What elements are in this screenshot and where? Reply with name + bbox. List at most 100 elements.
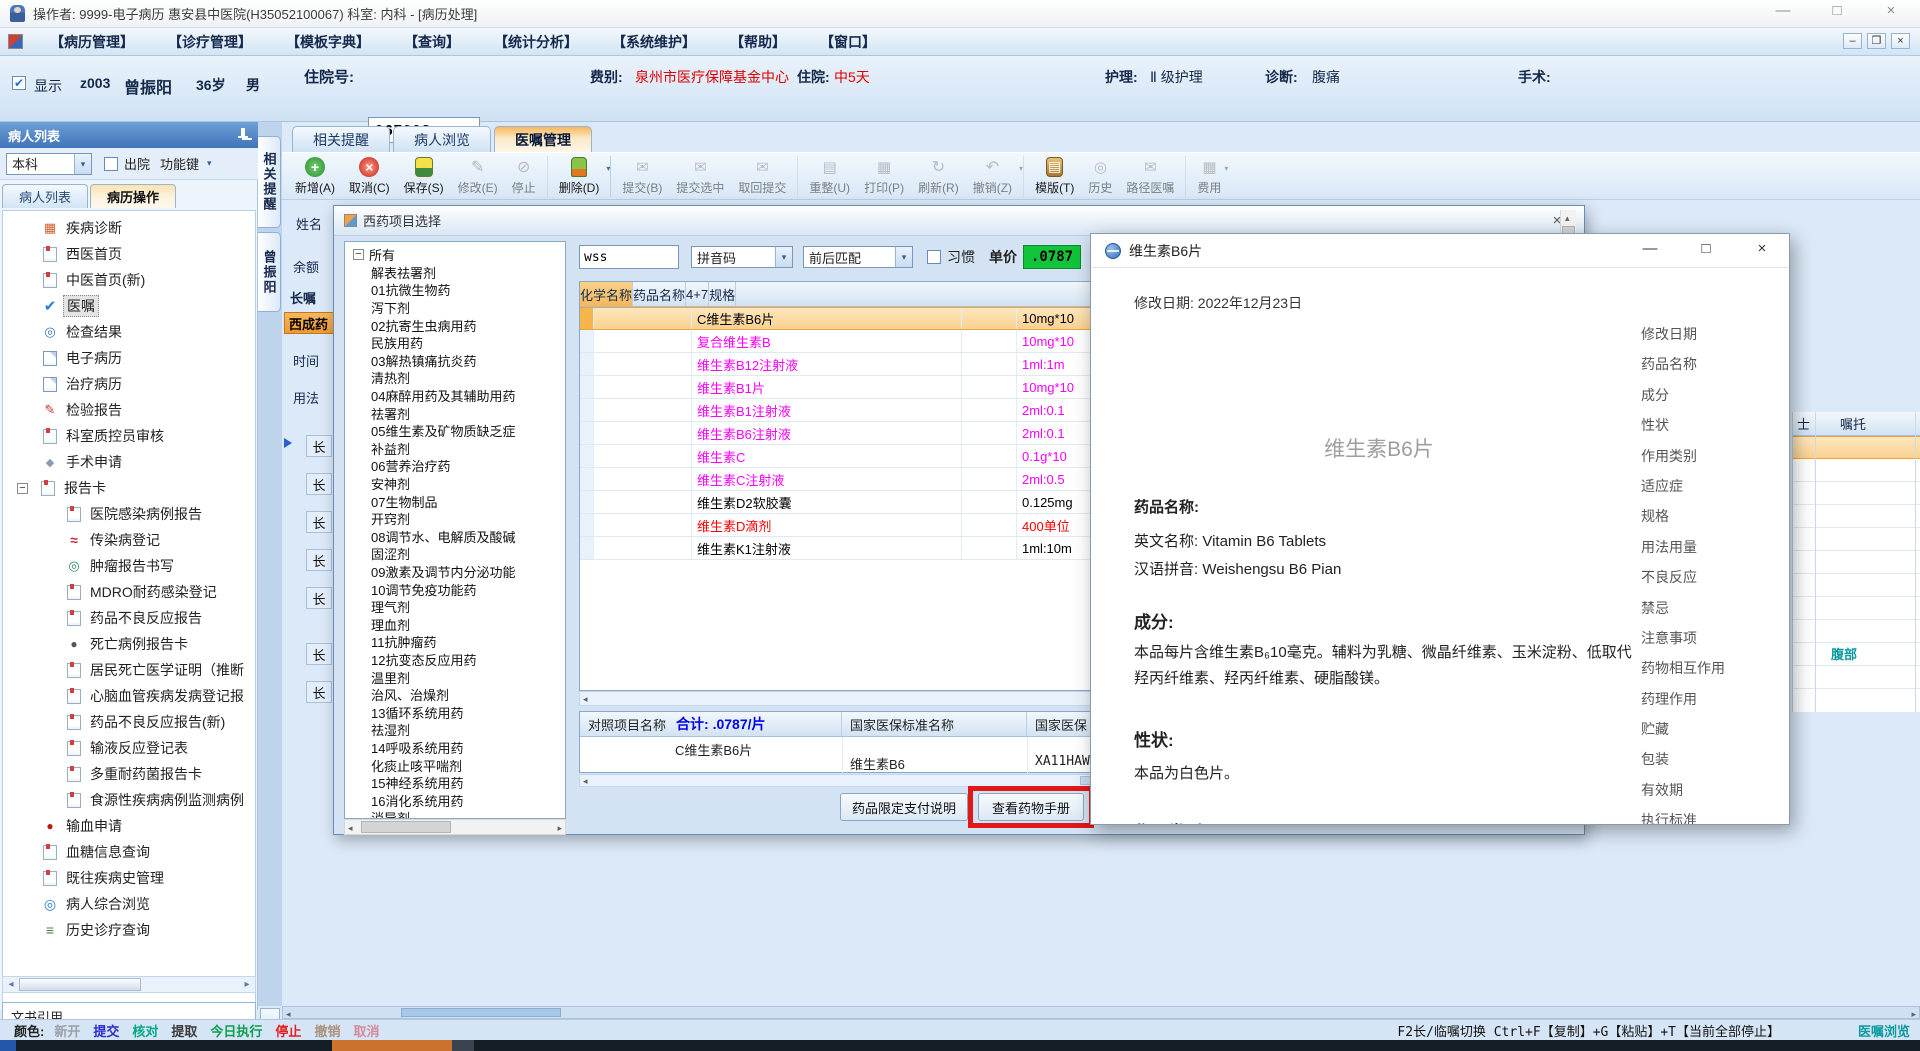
tree-item[interactable]: − 血糖信息查询 xyxy=(3,839,255,865)
habit-checkbox[interactable] xyxy=(927,250,941,264)
tree-item[interactable]: − 药品不良反应报告 xyxy=(3,605,255,631)
row-selector-cell[interactable] xyxy=(580,422,594,444)
toolbar-button[interactable]: ▾ 提交(B) xyxy=(615,156,669,197)
maximize-button[interactable]: □ xyxy=(1822,2,1852,19)
legend-item[interactable]: 停止 xyxy=(275,1021,301,1040)
tab-western-medicine[interactable]: 西成药 xyxy=(284,312,334,334)
category-tree-item[interactable]: − 理气剂 xyxy=(345,598,565,616)
toolbar-button[interactable]: ▾ 费用 xyxy=(1190,156,1228,197)
scroll-right-icon[interactable]: ▸ xyxy=(557,823,562,834)
category-tree-item[interactable]: − 11抗肿瘤药 xyxy=(345,633,565,651)
payment-limit-button[interactable]: 药品限定支付说明 xyxy=(840,793,968,821)
manual-nav-item[interactable]: 用法用量 xyxy=(1641,537,1761,567)
main-hscrollbar[interactable]: ◂ ▸ xyxy=(282,1006,1920,1019)
department-select[interactable]: 本科 ▾ xyxy=(6,152,92,175)
manual-nav-item[interactable]: 有效期 xyxy=(1641,780,1761,810)
category-tree-item[interactable]: − 治风、治燥剂 xyxy=(345,686,565,704)
drug-search-input[interactable] xyxy=(579,245,679,269)
m[interactable]: ❐ xyxy=(1867,33,1886,49)
vtab-patient-name[interactable]: 曾振阳 xyxy=(258,232,281,312)
category-tree-item[interactable]: − 08调节水、电解质及酸碱 xyxy=(345,528,565,546)
toolbar-button[interactable]: ▾ 重整(U) xyxy=(802,156,857,197)
tree-item[interactable]: − 肿瘤报告书写 xyxy=(3,553,255,579)
tree-item[interactable]: − 病人综合浏览 xyxy=(3,891,255,917)
menu-item[interactable]: 【诊疗管理】 xyxy=(151,32,269,52)
row-selector-cell[interactable] xyxy=(580,399,594,421)
category-tree-item[interactable]: − 03解热镇痛抗炎药 xyxy=(345,352,565,370)
manual-nav-item[interactable]: 成分 xyxy=(1641,385,1761,415)
manual-nav-item[interactable]: 作用类别 xyxy=(1641,446,1761,476)
chevron-down-icon[interactable]: ▾ xyxy=(74,153,91,174)
menu-item[interactable]: 【模板字典】 xyxy=(269,32,387,52)
menu-item[interactable]: 【查询】 xyxy=(387,32,477,52)
funckey-chevron-icon[interactable]: ▾ xyxy=(207,158,212,169)
manual-nav-item[interactable]: 药物相互作用 xyxy=(1641,658,1761,688)
expander-icon[interactable]: − xyxy=(17,482,28,494)
category-tree-item[interactable]: − 06营养治疗药 xyxy=(345,457,565,475)
tree-item[interactable]: − 西医首页 xyxy=(3,241,255,267)
funckey-label[interactable]: 功能键 xyxy=(160,154,199,173)
content-tab[interactable]: 医嘱管理 xyxy=(494,126,592,152)
legend-item[interactable]: 今日执行 xyxy=(210,1021,262,1040)
category-tree-item[interactable]: − 理血剂 xyxy=(345,615,565,633)
toolbar-button[interactable]: ▾ 历史 xyxy=(1081,156,1119,197)
scroll-thumb[interactable] xyxy=(19,978,141,991)
category-tree-item[interactable]: − 清热剂 xyxy=(345,369,565,387)
manual-nav-item[interactable]: 适应症 xyxy=(1641,476,1761,506)
sidebar-hscrollbar[interactable]: ◂ ▸ xyxy=(2,976,256,993)
category-tree-item[interactable]: − 01抗微生物药 xyxy=(345,281,565,299)
minimize-button[interactable]: — xyxy=(1768,2,1798,19)
row-selector-cell[interactable] xyxy=(580,514,594,536)
grid-header-cell[interactable]: 规格 xyxy=(709,282,737,306)
chevron-down-icon[interactable]: ▾ xyxy=(775,247,792,267)
tree-item[interactable]: − 输液反应登记表 xyxy=(3,735,255,761)
tree-item[interactable]: − 治疗病历 xyxy=(3,371,255,397)
scroll-left-icon[interactable]: ◂ xyxy=(348,823,353,834)
tab-patient-list[interactable]: 病人列表 xyxy=(2,184,89,208)
chevron-down-icon[interactable]: ▾ xyxy=(895,247,912,267)
taskbar-item[interactable] xyxy=(452,1040,474,1051)
mdi-minimize-button[interactable]: – xyxy=(1843,33,1862,49)
tree-item[interactable]: − 手术申请 xyxy=(3,449,255,475)
scroll-left-icon[interactable]: ◂ xyxy=(583,776,588,787)
match-mode-select[interactable]: 拼音码 ▾ xyxy=(691,246,793,268)
category-tree-item[interactable]: − 民族用药 xyxy=(345,334,565,352)
tree-item[interactable]: − 死亡病例报告卡 xyxy=(3,631,255,657)
tree-item[interactable]: − 疾病诊断 xyxy=(3,215,255,241)
legend-item[interactable]: 核对 xyxy=(132,1021,158,1040)
tree-item[interactable]: − 传染病登记 xyxy=(3,527,255,553)
legend-item[interactable]: 新开 xyxy=(54,1021,80,1040)
mdi-close-button[interactable]: × xyxy=(1891,33,1910,49)
tree-item[interactable]: − 报告卡 xyxy=(3,475,255,501)
manual-nav-item[interactable]: 药理作用 xyxy=(1641,689,1761,719)
category-tree-item[interactable]: − 祛署剂 xyxy=(345,404,565,422)
row-selector-cell[interactable] xyxy=(580,445,594,467)
legend-item[interactable]: 取消 xyxy=(353,1021,379,1040)
tree-item[interactable]: − 检验报告 xyxy=(3,397,255,423)
manual-nav-item[interactable]: 性状 xyxy=(1641,415,1761,445)
category-tree-item[interactable]: − 所有 xyxy=(345,246,565,264)
category-tree-item[interactable]: − 15神经系统用药 xyxy=(345,774,565,792)
tree-item[interactable]: − 多重耐药菌报告卡 xyxy=(3,761,255,787)
toolbar-button[interactable]: ▾ 取回提交 xyxy=(731,155,799,197)
category-tree-item[interactable]: − 消导剂 xyxy=(345,809,565,818)
toolbar-button[interactable]: ▾ 删除(D) xyxy=(552,155,612,197)
category-tree-item[interactable]: − 02抗寄生虫病用药 xyxy=(345,316,565,334)
scroll-up-icon[interactable]: ▴ xyxy=(1565,213,1570,224)
taskbar-item[interactable] xyxy=(332,1040,452,1051)
category-tree-item[interactable]: − 开窍剂 xyxy=(345,510,565,528)
chevron-down-icon[interactable]: ▾ xyxy=(1019,164,1023,173)
row-selector-cell[interactable] xyxy=(580,308,594,329)
category-tree-item[interactable]: − 09激素及调节内分泌功能 xyxy=(345,563,565,581)
row-selector-cell[interactable] xyxy=(580,376,594,398)
tree-item[interactable]: − MDRO耐药感染登记 xyxy=(3,579,255,605)
tab-record-ops[interactable]: 病历操作 xyxy=(90,184,177,208)
manual-nav-item[interactable]: 不良反应 xyxy=(1641,567,1761,597)
scroll-left-icon[interactable]: ◂ xyxy=(583,694,588,705)
discharge-checkbox[interactable] xyxy=(104,156,118,171)
category-tree-item[interactable]: − 13循环系统用药 xyxy=(345,703,565,721)
manual-nav-item[interactable]: 禁忌 xyxy=(1641,598,1761,628)
vtab-related-reminder[interactable]: 相关提醒 xyxy=(258,136,281,228)
toolbar-button[interactable]: ▾ 修改(E) xyxy=(451,156,505,197)
show-checkbox[interactable]: ✔ xyxy=(12,76,26,90)
